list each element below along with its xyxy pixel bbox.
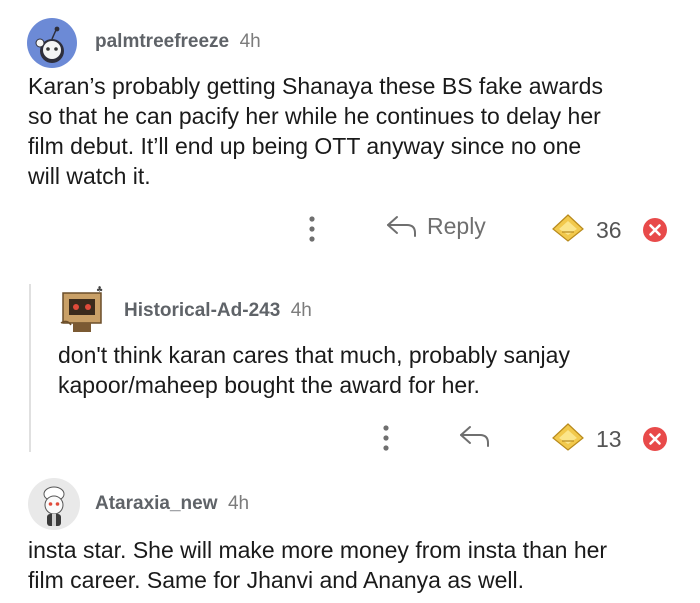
comment-line: kapoor/maheep bought the award for her. xyxy=(58,372,480,398)
reply-button[interactable] xyxy=(458,422,492,455)
reply-label: Reply xyxy=(427,212,486,239)
reply-arrow-icon xyxy=(460,426,489,447)
svg-text:♣: ♣ xyxy=(96,285,103,294)
reply-arrow-icon xyxy=(387,216,416,237)
comment-body: Karan’s probably getting Shanaya these B… xyxy=(28,71,688,191)
avatar[interactable]: ♣ xyxy=(57,283,109,335)
comment-body: insta star. She will make more money fro… xyxy=(28,535,688,595)
comment-line: will watch it. xyxy=(28,163,151,189)
gold-award-icon[interactable] xyxy=(551,422,585,457)
snoo-chef-avatar-icon xyxy=(43,486,65,526)
avatar[interactable] xyxy=(28,478,80,530)
comment-line: don't think karan cares that much, proba… xyxy=(58,342,570,368)
username[interactable]: Ataraxia_new xyxy=(95,493,218,514)
comment-line: insta star. She will make more money fro… xyxy=(28,537,608,563)
comment-line: so that he can pacify her while he conti… xyxy=(28,103,601,129)
comment-line: film career. Same for Jhanvi and Ananya … xyxy=(28,567,525,593)
comment-header: palmtreefreeze 4h xyxy=(95,31,261,53)
snoo-avatar-icon xyxy=(35,26,64,63)
vote-count: 13 xyxy=(596,426,622,452)
more-options-icon[interactable] xyxy=(378,423,394,453)
comment-line: Karan’s probably getting Shanaya these B… xyxy=(28,73,603,99)
comment-body: don't think karan cares that much, proba… xyxy=(58,340,678,400)
timestamp: 4h xyxy=(227,493,250,514)
username[interactable]: Historical-Ad-243 xyxy=(124,300,280,321)
thread-line[interactable] xyxy=(29,284,31,452)
comment-header: Historical-Ad-243 4h xyxy=(124,300,312,322)
gold-award-icon[interactable] xyxy=(551,213,585,248)
comment-header: Ataraxia_new 4h xyxy=(95,493,249,515)
avatar[interactable] xyxy=(27,18,77,68)
more-options-icon[interactable] xyxy=(304,214,320,244)
remove-x-icon[interactable] xyxy=(642,426,668,457)
reply-button[interactable]: Reply xyxy=(385,212,486,240)
timestamp: 4h xyxy=(239,31,261,52)
comment-line: film debut. It’ll end up being OTT anywa… xyxy=(28,133,582,159)
box-head-avatar-icon: ♣ xyxy=(60,285,103,332)
remove-x-icon[interactable] xyxy=(642,217,668,248)
timestamp: 4h xyxy=(290,300,312,321)
vote-count: 36 xyxy=(596,217,622,243)
username[interactable]: palmtreefreeze xyxy=(95,31,229,52)
